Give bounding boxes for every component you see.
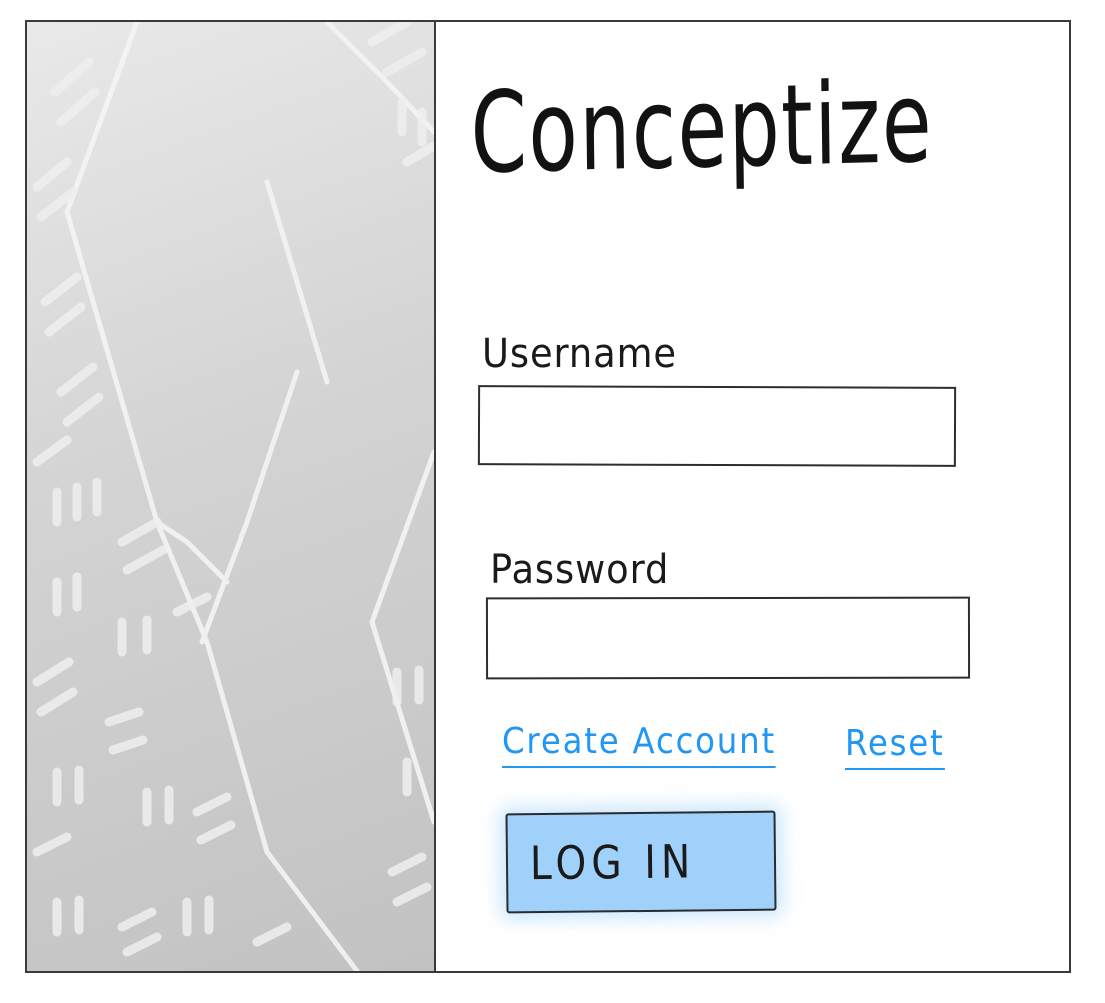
abstract-line-pattern-icon bbox=[32, 22, 434, 971]
app-title: Conceptize bbox=[469, 57, 934, 199]
hero-image-panel bbox=[27, 22, 436, 971]
login-button-label: LOG IN bbox=[529, 834, 696, 891]
username-input[interactable] bbox=[477, 385, 957, 467]
password-label: Password bbox=[490, 547, 670, 593]
login-button[interactable]: LOG IN bbox=[505, 810, 777, 914]
create-account-link[interactable]: Create Account bbox=[502, 724, 776, 768]
username-label: Username bbox=[482, 331, 677, 377]
reset-link[interactable]: Reset bbox=[845, 726, 945, 770]
password-input[interactable] bbox=[485, 596, 971, 680]
